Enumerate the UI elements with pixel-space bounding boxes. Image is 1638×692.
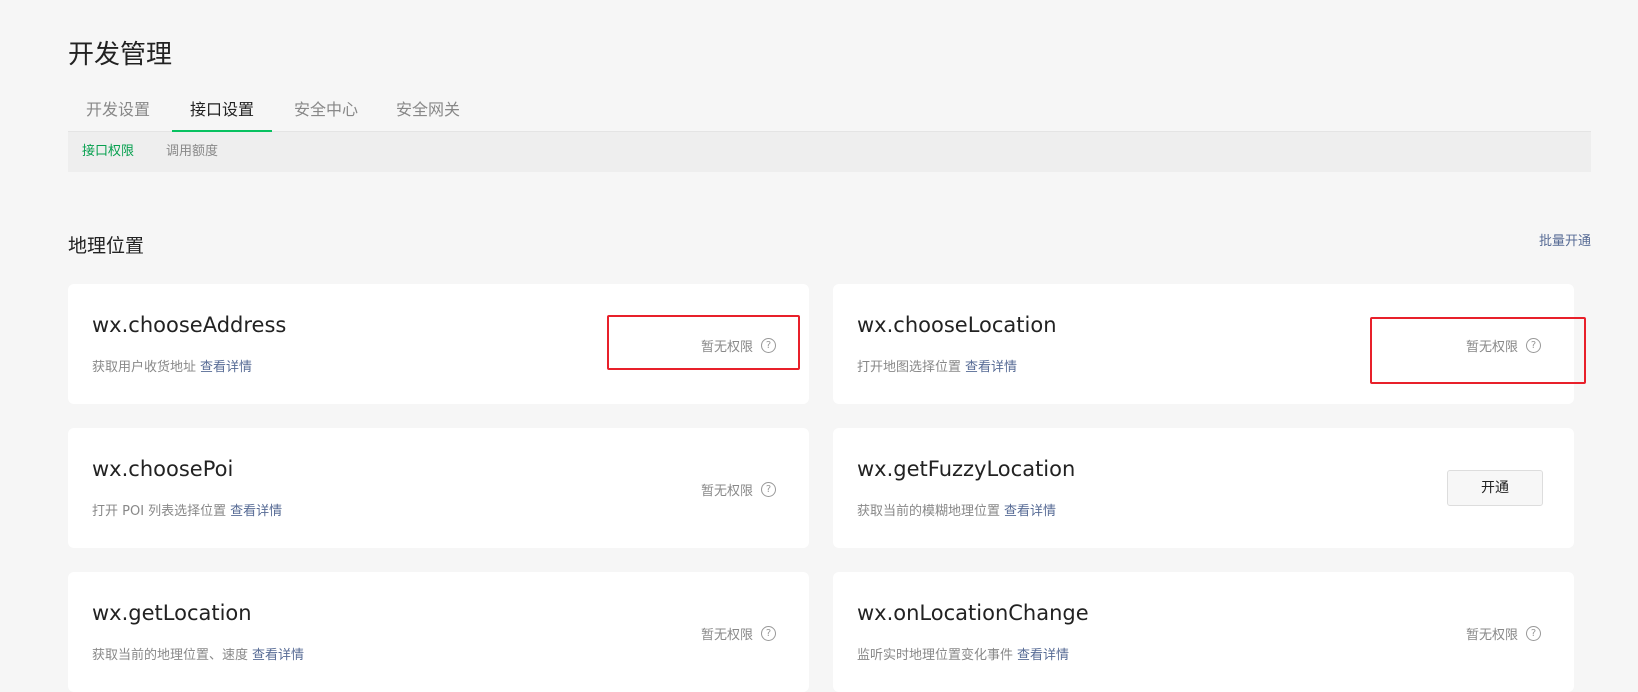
api-card-choose-poi: wx.choosePoi 打开 POI 列表选择位置 查看详情 暂无权限 ? <box>68 428 809 548</box>
view-details-link[interactable]: 查看详情 <box>965 360 1017 375</box>
tab-security-gateway[interactable]: 安全网关 <box>378 90 478 132</box>
subnav-call-quota[interactable]: 调用额度 <box>166 132 218 172</box>
dev-management-page: 开发管理 开发设置 接口设置 安全中心 安全网关 接口权限 调用额度 地理位置 … <box>68 0 1591 692</box>
tab-bar: 开发设置 接口设置 安全中心 安全网关 <box>68 90 1591 132</box>
batch-enable-link[interactable]: 批量开通 <box>1539 230 1591 249</box>
permission-status: 暂无权限 ? <box>701 336 776 355</box>
enable-button[interactable]: 开通 <box>1447 470 1543 506</box>
help-icon[interactable]: ? <box>761 626 776 641</box>
api-desc-text: 获取当前的地理位置、速度 <box>92 648 249 663</box>
permission-status: 暂无权限 ? <box>1466 624 1541 643</box>
status-text: 暂无权限 <box>700 340 753 355</box>
api-name: wx.chooseAddress <box>92 313 287 337</box>
status-text: 暂无权限 <box>700 628 753 643</box>
section-title: 地理位置 <box>68 235 145 257</box>
help-icon[interactable]: ? <box>761 338 776 353</box>
permission-status: 暂无权限 ? <box>1466 336 1541 355</box>
api-name: wx.chooseLocation <box>857 313 1057 337</box>
sub-nav: 接口权限 调用额度 <box>68 132 1591 172</box>
api-description: 打开 POI 列表选择位置 查看详情 <box>92 500 282 519</box>
api-card-choose-location: wx.chooseLocation 打开地图选择位置 查看详情 暂无权限 ? <box>833 284 1586 404</box>
tab-dev-settings[interactable]: 开发设置 <box>68 90 168 132</box>
tab-security-center[interactable]: 安全中心 <box>276 90 376 132</box>
api-description: 打开地图选择位置 查看详情 <box>857 356 1017 375</box>
api-card-choose-address: wx.chooseAddress 获取用户收货地址 查看详情 暂无权限 ? <box>68 284 809 404</box>
view-details-link[interactable]: 查看详情 <box>252 648 304 663</box>
api-name: wx.getFuzzyLocation <box>857 457 1076 481</box>
status-text: 暂无权限 <box>1465 340 1518 355</box>
status-text: 暂无权限 <box>700 484 753 499</box>
view-details-link[interactable]: 查看详情 <box>1004 504 1056 519</box>
api-name: wx.getLocation <box>92 601 252 625</box>
api-description: 监听实时地理位置变化事件 查看详情 <box>857 644 1069 663</box>
api-card-get-location: wx.getLocation 获取当前的地理位置、速度 查看详情 暂无权限 ? <box>68 572 809 692</box>
view-details-link[interactable]: 查看详情 <box>200 360 252 375</box>
api-card-on-location-change: wx.onLocationChange 监听实时地理位置变化事件 查看详情 暂无权… <box>833 572 1574 692</box>
permission-status: 暂无权限 ? <box>701 480 776 499</box>
api-desc-text: 获取当前的模糊地理位置 <box>857 504 1001 519</box>
api-card-get-fuzzy-location: wx.getFuzzyLocation 获取当前的模糊地理位置 查看详情 开通 <box>833 428 1574 548</box>
help-icon[interactable]: ? <box>1526 626 1541 641</box>
view-details-link[interactable]: 查看详情 <box>230 504 282 519</box>
permission-status: 暂无权限 ? <box>701 624 776 643</box>
help-icon[interactable]: ? <box>1526 338 1541 353</box>
view-details-link[interactable]: 查看详情 <box>1017 648 1069 663</box>
page-title: 开发管理 <box>68 40 173 70</box>
api-name: wx.choosePoi <box>92 457 234 481</box>
api-desc-text: 监听实时地理位置变化事件 <box>857 648 1014 663</box>
api-description: 获取当前的地理位置、速度 查看详情 <box>92 644 304 663</box>
api-desc-text: 打开地图选择位置 <box>857 360 962 375</box>
api-description: 获取当前的模糊地理位置 查看详情 <box>857 500 1056 519</box>
api-description: 获取用户收货地址 查看详情 <box>92 356 252 375</box>
tab-interface-settings[interactable]: 接口设置 <box>172 90 272 132</box>
api-desc-text: 获取用户收货地址 <box>92 360 197 375</box>
help-icon[interactable]: ? <box>761 482 776 497</box>
status-text: 暂无权限 <box>1465 628 1518 643</box>
api-name: wx.onLocationChange <box>857 601 1089 625</box>
api-desc-text: 打开 POI 列表选择位置 <box>92 504 227 519</box>
subnav-interface-permissions[interactable]: 接口权限 <box>82 132 134 172</box>
